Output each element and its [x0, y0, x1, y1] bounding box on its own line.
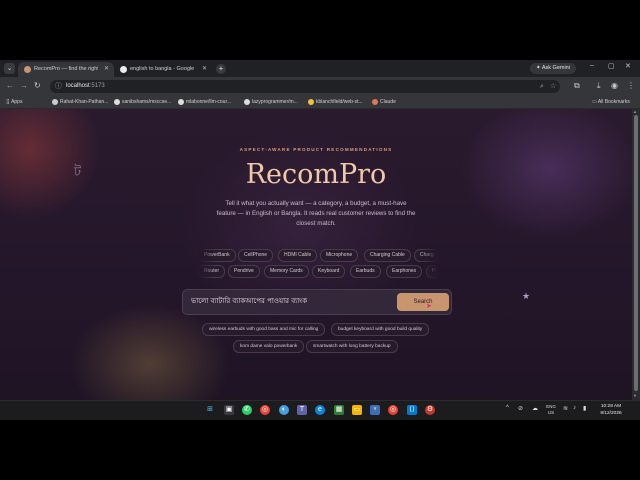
chip-hdmi-cable[interactable]: HDMI Cable [278, 249, 318, 262]
language-indicator[interactable]: ENG US [544, 404, 558, 416]
whatsapp-icon[interactable]: ✆ [242, 405, 252, 415]
scroll-up-icon[interactable]: ▲ [633, 109, 637, 114]
battery-icon[interactable]: ▮ [583, 405, 586, 412]
search-button[interactable]: Search [397, 293, 449, 311]
ask-gemini-button[interactable]: ✦ Ask Gemini [530, 63, 576, 74]
chip-microphone[interactable]: Microphone [320, 249, 359, 262]
page-scrollbar[interactable]: ▲ ▼ [632, 109, 640, 400]
close-window-icon[interactable]: ✕ [625, 62, 631, 70]
chrome-active-icon[interactable]: ◎ [388, 405, 398, 415]
search-box: Search [182, 289, 452, 315]
site-info-icon[interactable]: ⓘ [55, 81, 62, 91]
page-title: RecomPro [245, 159, 387, 190]
zoom-icon[interactable]: ⌕ [540, 80, 544, 93]
file-explorer-icon[interactable]: ▭ [352, 405, 362, 415]
bookmark-item[interactable]: Rahat-Khan-Pathan... [52, 96, 108, 108]
chip-keyboard[interactable]: Keyboard [312, 265, 346, 278]
bookmark-apps[interactable]: ⣿ Apps [6, 96, 22, 108]
notifications-off-icon[interactable]: ⊘ [518, 405, 523, 412]
tab-recompro[interactable]: RecomPro — find the right pro... ✕ [18, 62, 114, 77]
wifi-icon[interactable]: ≋ [563, 405, 568, 412]
tab-search-button[interactable]: ⌄ [4, 63, 15, 74]
sheets-icon[interactable]: ▦ [334, 405, 344, 415]
bookmark-item[interactable]: mlabonne/llm-cour... [178, 96, 231, 108]
chip-cellphone[interactable]: CellPhone [238, 249, 274, 262]
letterbox-bottom [0, 420, 640, 480]
back-icon[interactable]: ← [6, 81, 14, 90]
browser-icon[interactable]: ◐ [279, 405, 289, 415]
suggestion-chip[interactable]: wireless earbuds with good bass and mic … [202, 323, 326, 336]
minimize-icon[interactable]: – [590, 62, 594, 69]
profile-avatar-icon[interactable]: ◉ [611, 81, 618, 90]
address-bar[interactable]: ⓘ localhost:5173 ⌕ ☆ [50, 80, 560, 93]
github-icon [178, 98, 184, 105]
bookmark-item[interactable]: kblanchfield/web-st... [308, 96, 363, 108]
all-bookmarks[interactable]: ▭ All Bookmarks [592, 96, 630, 108]
mouse-cursor-icon: ➤ [426, 303, 432, 310]
chip-memory-cards[interactable]: Memory Cards [264, 265, 309, 278]
more-menu-icon[interactable]: ⋮ [627, 81, 635, 90]
chips-fade-left [198, 249, 216, 262]
vscode-icon[interactable]: ⟨⟩ [407, 405, 417, 415]
chip-earbuds[interactable]: Earbuds [350, 265, 381, 278]
search-input[interactable] [191, 293, 391, 309]
forward-icon[interactable]: → [20, 81, 28, 90]
apps-grid-icon: ⣿ [6, 99, 10, 105]
browser-toolbar: ← → ↻ ⓘ localhost:5173 ⌕ ☆ ⧉ ⤓ ◉ ⋮ [0, 77, 640, 96]
suggestion-chip[interactable]: smartwatch with long battery backup [306, 340, 398, 353]
onedrive-icon[interactable]: ☁ [532, 405, 538, 412]
edge-icon[interactable]: e [315, 405, 325, 415]
suggestion-chip[interactable]: kom dame valo powerbank [233, 340, 305, 353]
letterbox-top [0, 0, 640, 60]
claude-icon [372, 98, 378, 105]
browser-window: ⌄ RecomPro — find the right pro... ✕ eng… [0, 60, 640, 400]
sparkle-icon: ★ [522, 291, 531, 301]
scrollbar-thumb[interactable] [634, 115, 638, 391]
bookmark-star-icon[interactable]: ☆ [550, 80, 556, 93]
chips-fade-right [420, 265, 438, 278]
tray-overflow-icon[interactable]: ^ [506, 405, 509, 411]
chips-fade-left [198, 265, 216, 278]
windows-taskbar: ⊞ ▣ ✆ ◎ ◐ T e ▦ ▭ ♆ ◎ ⟨⟩ ⚙ ^ ⊘ ☁ ENG US … [0, 400, 640, 421]
bookmark-item[interactable]: sanibshams/msccse... [114, 96, 171, 108]
recompro-page: ট ASPECT-AWARE PRODUCT RECOMMENDATIONS R… [0, 109, 632, 400]
task-view-icon[interactable]: ▣ [224, 405, 234, 415]
gray-favicon-icon [52, 98, 58, 105]
start-windows-icon[interactable]: ⊞ [205, 405, 215, 415]
scroll-down-icon[interactable]: ▼ [633, 393, 637, 398]
yellow-favicon-icon [308, 98, 314, 105]
download-icon[interactable]: ⤓ [597, 81, 601, 91]
volume-icon[interactable]: ♪ [573, 405, 576, 411]
close-tab-icon[interactable]: ✕ [104, 62, 109, 77]
reload-icon[interactable]: ↻ [34, 81, 41, 90]
folder-icon: ▭ [592, 99, 597, 105]
close-tab-icon[interactable]: ✕ [202, 62, 207, 77]
google-favicon-icon [120, 66, 127, 73]
tab-strip: ⌄ RecomPro — find the right pro... ✕ eng… [0, 60, 640, 77]
bookmark-item[interactable]: Claude [372, 96, 396, 108]
eyebrow-label: ASPECT-AWARE PRODUCT RECOMMENDATIONS [239, 147, 393, 152]
suggestion-chip[interactable]: budget keyboard with good build quality [331, 323, 430, 336]
github-icon [244, 98, 250, 105]
bookmark-item[interactable]: lazyprogrammer/m... [244, 96, 298, 108]
category-chips-row-2: Router Pendrive Memory Cards Keyboard Ea… [200, 265, 436, 278]
chip-charging-cable[interactable]: Charging Cable [364, 249, 411, 262]
teams-icon[interactable]: T [297, 405, 307, 415]
bookmarks-bar: ⣿ Apps Rahat-Khan-Pathan... sanibshams/m… [0, 96, 640, 109]
page-description: Tell it what you actually want — a categ… [216, 200, 416, 227]
new-tab-button[interactable]: + [216, 64, 226, 74]
maximize-icon[interactable]: ▢ [608, 62, 615, 70]
chip-pendrive[interactable]: Pendrive [228, 265, 260, 278]
python-icon[interactable]: ♆ [370, 405, 380, 415]
app-icon[interactable]: ⚙ [425, 405, 435, 415]
extensions-icon[interactable]: ⧉ [574, 81, 580, 91]
tab-google-search[interactable]: english to bangla - Google Se... ✕ [114, 62, 212, 77]
recompro-favicon-icon [24, 66, 31, 73]
github-icon [114, 98, 120, 105]
chip-earphones[interactable]: Earphones [386, 265, 423, 278]
chrome-icon[interactable]: ◎ [260, 405, 270, 415]
category-chips-row-1: PowerBank CellPhone HDMI Cable Microphon… [200, 249, 436, 262]
chips-fade-right [420, 249, 438, 262]
taskbar-clock[interactable]: 10:28 AM 8/12/2026 [595, 403, 627, 417]
